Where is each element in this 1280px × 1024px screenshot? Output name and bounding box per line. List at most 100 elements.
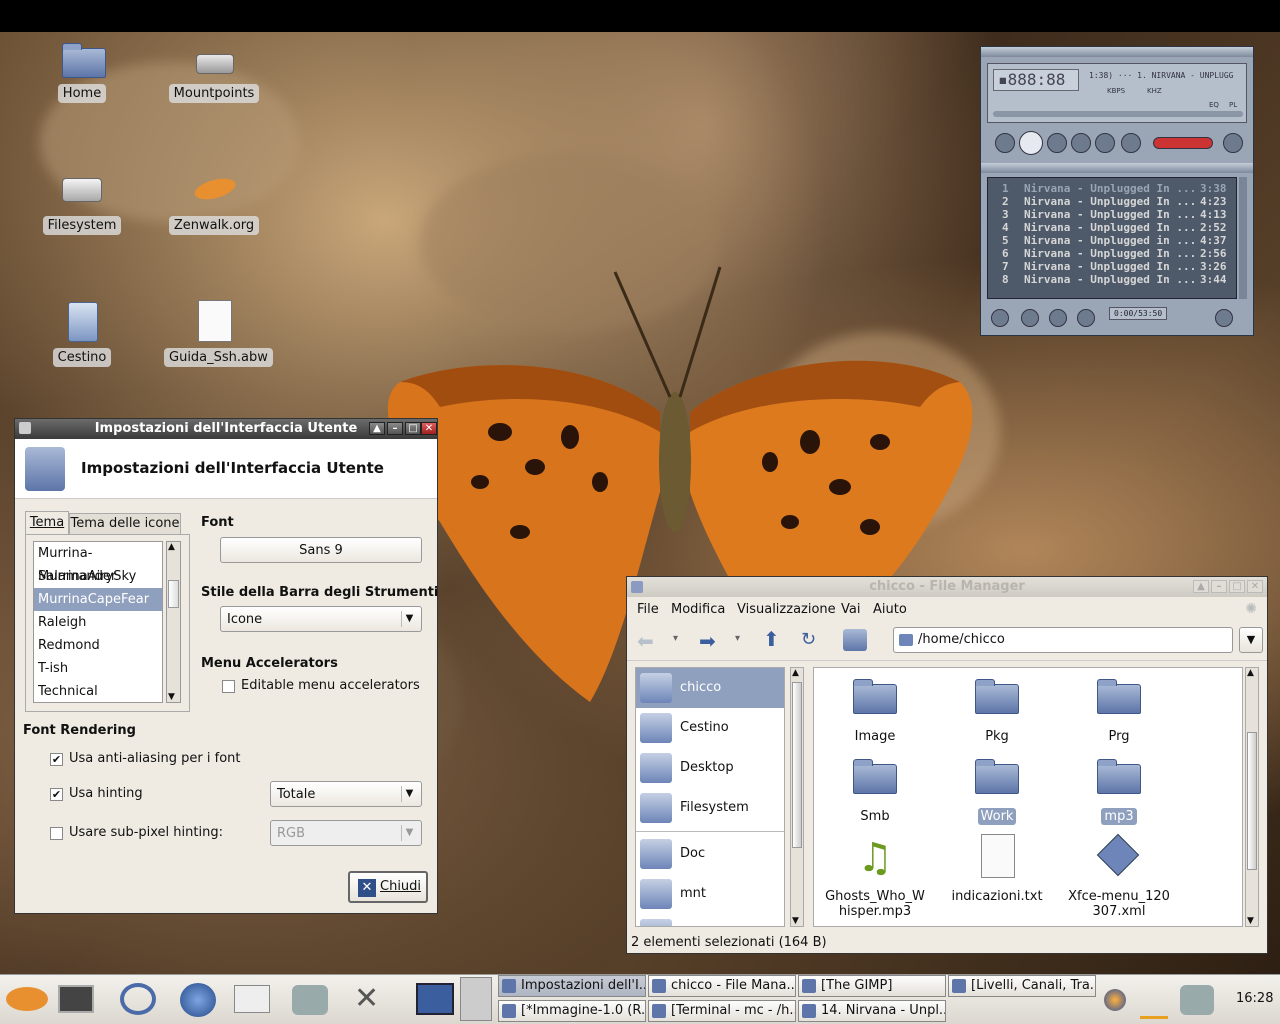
pause-button[interactable] bbox=[1047, 133, 1067, 153]
firefox-tray-icon[interactable] bbox=[1104, 989, 1126, 1011]
misc-button[interactable] bbox=[1077, 309, 1095, 327]
close-window-button[interactable]: ✕ bbox=[421, 422, 437, 435]
hinting-checkbox[interactable]: ✔ bbox=[50, 788, 63, 801]
subpixel-select[interactable]: RGB ▼ bbox=[270, 820, 422, 846]
menu-button[interactable] bbox=[1223, 133, 1243, 153]
theme-list-item[interactable]: Technical bbox=[34, 680, 162, 702]
window-menu-icon[interactable] bbox=[19, 422, 31, 434]
menu-modifica[interactable]: Modifica bbox=[671, 602, 725, 617]
forward-button[interactable]: ➡ bbox=[699, 629, 716, 653]
scroll-down-arrow[interactable]: ▼ bbox=[1247, 916, 1254, 926]
scroll-down-arrow[interactable]: ▼ bbox=[792, 916, 799, 926]
mail-launcher-icon[interactable] bbox=[234, 985, 270, 1013]
menu-vai[interactable]: Vai bbox=[841, 602, 860, 617]
sidebar-item[interactable]: Doc bbox=[636, 834, 784, 874]
theme-list[interactable]: Murrina-Salamander MurrinaAirySky MurrinaC… bbox=[33, 541, 163, 703]
location-dropdown-button[interactable]: ▼ bbox=[1239, 627, 1263, 653]
back-history-icon[interactable]: ▾ bbox=[673, 633, 678, 644]
remove-button[interactable] bbox=[1021, 309, 1039, 327]
scroll-up-arrow[interactable]: ▲ bbox=[168, 542, 175, 552]
menu-aiuto[interactable]: Aiuto bbox=[873, 602, 907, 617]
scroll-up-arrow[interactable]: ▲ bbox=[1247, 668, 1254, 678]
volume-slider[interactable] bbox=[1153, 137, 1213, 149]
playlist-row[interactable]: 2 Nirvana - Unplugged In ... 4:23 bbox=[988, 195, 1236, 208]
minimize-button[interactable]: – bbox=[387, 422, 403, 435]
seek-bar[interactable] bbox=[993, 111, 1243, 117]
sidebar-item[interactable]: Filesystem bbox=[636, 788, 784, 828]
scroll-thumb[interactable] bbox=[168, 580, 179, 608]
task-button[interactable]: 14. Nirvana - Unpl... bbox=[798, 1000, 946, 1022]
playlist-row[interactable]: 1 Nirvana - Unplugged In ... 3:38 bbox=[988, 182, 1236, 195]
file-item[interactable]: ♫ Ghosts_Who_Whisper.mp3 bbox=[820, 834, 930, 920]
mountpoints-desktop-icon[interactable]: Mountpoints bbox=[164, 36, 264, 103]
file-item[interactable]: Prg bbox=[1064, 674, 1174, 745]
hinting-select[interactable]: Totale ▼ bbox=[270, 781, 422, 807]
ui-settings-titlebar[interactable]: Impostazioni dell'Interfaccia Utente ▲ –… bbox=[15, 419, 437, 439]
task-button[interactable]: [Terminal - mc - /h... bbox=[648, 1000, 796, 1022]
home-desktop-icon[interactable]: Home bbox=[32, 36, 132, 103]
back-button[interactable]: ⬅ bbox=[637, 629, 654, 653]
font-button[interactable]: Sans 9 bbox=[220, 537, 422, 563]
shade-button[interactable]: ▲ bbox=[369, 422, 385, 435]
window-menu-icon[interactable] bbox=[631, 581, 643, 593]
play-button[interactable] bbox=[1019, 131, 1043, 155]
theme-list-scrollbar[interactable]: ▲ ▼ bbox=[166, 541, 181, 703]
scroll-up-arrow[interactable]: ▲ bbox=[792, 668, 799, 678]
stop-button[interactable] bbox=[1071, 133, 1091, 153]
theme-list-item[interactable]: Redmond bbox=[34, 634, 162, 657]
playlist-row[interactable]: 6 Nirvana - Unplugged In ... 2:56 bbox=[988, 247, 1236, 260]
theme-list-item[interactable]: Raleigh bbox=[34, 611, 162, 634]
scroll-thumb[interactable] bbox=[1247, 732, 1257, 870]
menu-visualizzazione[interactable]: Visualizzazione bbox=[737, 602, 836, 617]
file-item[interactable]: Pkg bbox=[942, 674, 1052, 745]
task-button[interactable]: chicco - File Mana... bbox=[648, 975, 796, 997]
zenwalk-menu-icon[interactable] bbox=[6, 987, 48, 1011]
maximize-button[interactable]: □ bbox=[1229, 580, 1245, 593]
theme-list-item[interactable]: MurrinaCapeFear bbox=[34, 588, 162, 611]
close-window-button[interactable]: ✕ bbox=[1247, 580, 1263, 593]
theme-list-item[interactable]: MurrinaAirySky bbox=[34, 565, 162, 588]
list-menu-button[interactable] bbox=[1215, 309, 1233, 327]
sidebar-item[interactable]: Cestino bbox=[636, 708, 784, 748]
scroll-down-arrow[interactable]: ▼ bbox=[168, 692, 175, 702]
file-manager-titlebar[interactable]: chicco - File Manager ▲ – □ ✕ bbox=[627, 577, 1267, 597]
guida-desktop-icon[interactable]: Guida_Ssh.abw bbox=[164, 300, 273, 367]
filesystem-desktop-icon[interactable]: Filesystem bbox=[32, 168, 132, 235]
file-item[interactable]: Xfce-menu_120307.xml bbox=[1064, 833, 1174, 920]
task-button[interactable]: [The GIMP] bbox=[798, 975, 946, 997]
eq-button[interactable]: EQ bbox=[1209, 101, 1219, 109]
pager[interactable] bbox=[460, 977, 492, 1021]
theme-list-item[interactable]: T-ish bbox=[34, 657, 162, 680]
clock[interactable]: 16:28 bbox=[1236, 991, 1273, 1006]
browser-launcher-icon[interactable] bbox=[180, 983, 216, 1017]
file-view-scrollbar[interactable]: ▲ ▼ bbox=[1245, 667, 1259, 927]
theme-list-item[interactable]: Murrina-Salamander bbox=[34, 542, 162, 584]
prev-button[interactable] bbox=[995, 133, 1015, 153]
location-field[interactable]: /home/chicco bbox=[893, 627, 1233, 653]
toolbar-style-select[interactable]: Icone ▼ bbox=[220, 606, 422, 632]
antialias-checkbox[interactable]: ✔ bbox=[50, 753, 63, 766]
tab-icon-theme[interactable]: Tema delle icone bbox=[69, 513, 181, 535]
file-item[interactable]: Work bbox=[942, 754, 1052, 825]
close-button[interactable]: ✕ Chiudi bbox=[348, 871, 428, 903]
forward-history-icon[interactable]: ▾ bbox=[735, 633, 740, 644]
sidebar-item[interactable]: mnt bbox=[636, 874, 784, 914]
playlist-row[interactable]: 5 Nirvana - Unplugged in ... 4:37 bbox=[988, 234, 1236, 247]
add-button[interactable] bbox=[991, 309, 1009, 327]
playlist-row[interactable]: 8 Nirvana - Unplugged In ... 3:44 bbox=[988, 273, 1236, 286]
reload-button[interactable]: ↻ bbox=[801, 629, 816, 650]
file-item[interactable]: Image bbox=[820, 674, 930, 745]
sidebar-item[interactable]: chicco bbox=[636, 668, 784, 708]
desktop-switch-icon[interactable] bbox=[416, 983, 454, 1015]
media-launcher-icon[interactable] bbox=[292, 985, 328, 1015]
select-button[interactable] bbox=[1049, 309, 1067, 327]
scroll-thumb[interactable] bbox=[792, 682, 802, 848]
sidebar-scrollbar[interactable]: ▲ ▼ bbox=[790, 667, 804, 927]
shade-button[interactable]: ▲ bbox=[1193, 580, 1209, 593]
playlist-titlebar[interactable] bbox=[981, 163, 1253, 173]
eject-button[interactable] bbox=[1121, 133, 1141, 153]
search-launcher-icon[interactable] bbox=[120, 983, 156, 1015]
playlist-row[interactable]: 3 Nirvana - Unplugged In ... 4:13 bbox=[988, 208, 1236, 221]
menu-file[interactable]: File bbox=[637, 602, 659, 617]
playlist-scrollbar[interactable] bbox=[1239, 177, 1247, 299]
